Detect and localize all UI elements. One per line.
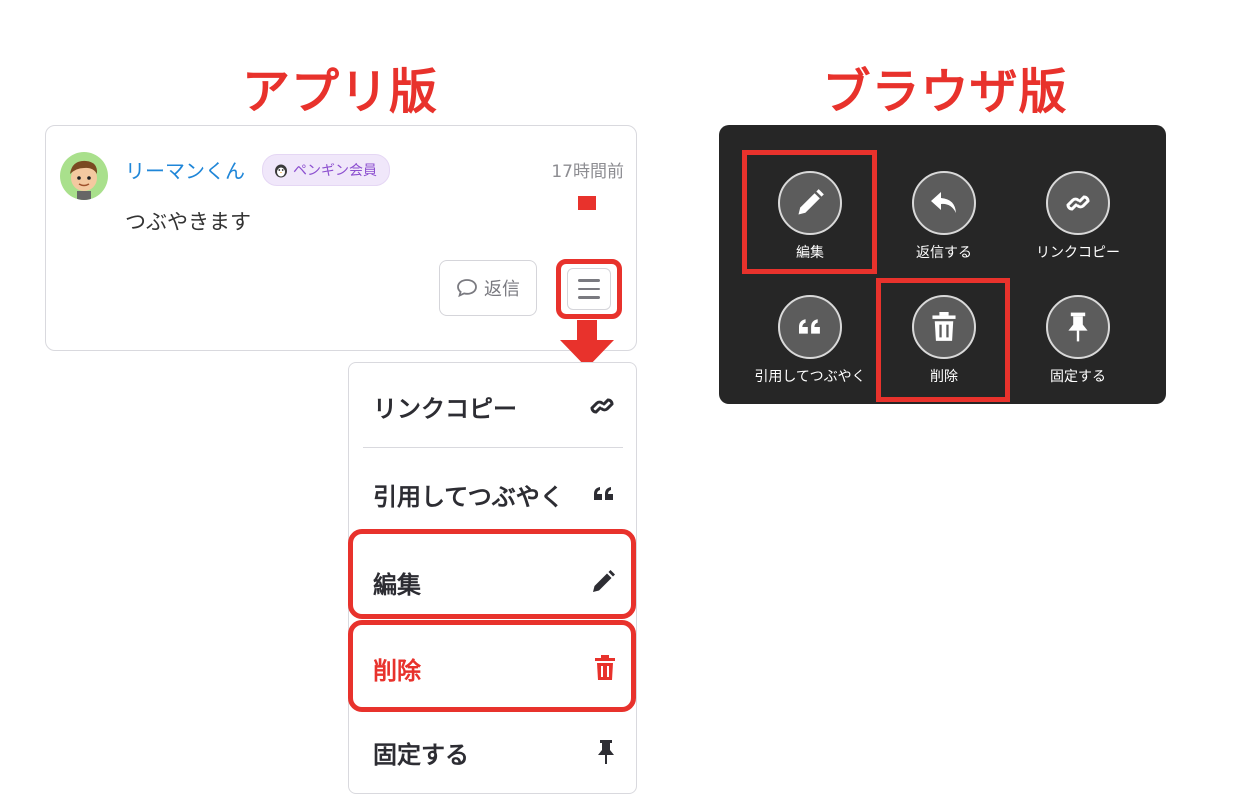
pin-icon [1046,295,1110,359]
member-badge-label: ペンギン会員 [293,163,377,179]
speech-bubble-icon [457,279,477,298]
quote-icon [778,295,842,359]
reply-button-label: 返信 [484,279,520,300]
browser-action-pin[interactable]: 固定する [1011,279,1145,399]
reply-arrow-icon [912,171,976,235]
highlight-box [742,150,877,274]
post-timestamp: 17時間前 [551,162,624,182]
avatar[interactable] [60,152,108,200]
menu-item-label: リンクコピー [373,394,517,423]
member-badge: ペンギン会員 [262,154,390,186]
divider [363,447,623,448]
link-icon [588,392,616,420]
highlight-box [348,620,636,712]
browser-version-title: ブラウザ版 [822,64,1068,120]
browser-action-label: 固定する [1050,369,1106,385]
menu-item-label: 引用してつぶやく [373,482,564,511]
post-card: リーマンくん ペンギン会員 17時間前 つぶやきます 返信 [45,125,637,351]
browser-action-label: 引用してつぶやく [754,369,866,385]
menu-item-link-copy[interactable]: リンクコピー [349,363,636,449]
browser-action-label: 返信する [916,245,972,261]
link-icon [1046,171,1110,235]
menu-item-label: 固定する [373,740,469,769]
app-version-title: アプリ版 [241,64,438,120]
browser-action-quote[interactable]: 引用してつぶやく [743,279,877,399]
browser-action-label: リンクコピー [1036,245,1120,261]
highlight-box [876,278,1010,402]
quote-icon [592,484,616,504]
reply-button[interactable]: 返信 [439,260,537,316]
penguin-icon [275,164,287,178]
browser-action-link-copy[interactable]: リンクコピー [1011,155,1145,275]
username[interactable]: リーマンくん [125,155,245,184]
post-text: つぶやきます [125,210,251,234]
browser-action-reply[interactable]: 返信する [877,155,1011,275]
menu-item-pin[interactable]: 固定する [349,709,636,795]
highlight-box [348,529,636,619]
pin-icon [596,739,616,765]
menu-item-quote[interactable]: 引用してつぶやく [349,451,636,537]
avatar-face-icon [70,160,98,200]
